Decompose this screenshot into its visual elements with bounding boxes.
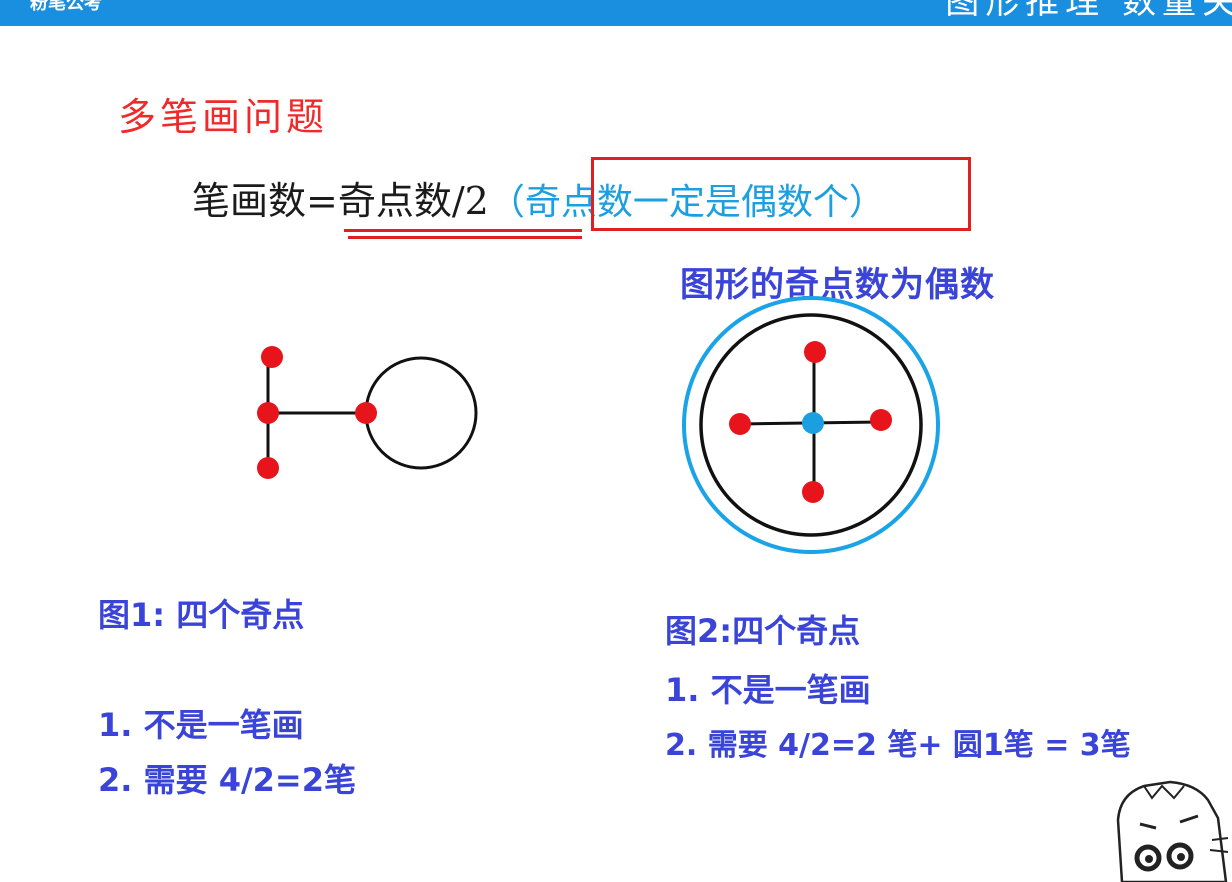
odd-point bbox=[257, 402, 279, 424]
odd-point bbox=[802, 481, 824, 503]
odd-point bbox=[261, 346, 283, 368]
odd-point bbox=[355, 402, 377, 424]
figure1-point-2: 2. 需要 4/2=2笔 bbox=[98, 761, 357, 799]
figure1-label: 图1: 四个奇点 bbox=[98, 596, 305, 634]
odd-point bbox=[257, 457, 279, 479]
figure1-circle bbox=[364, 356, 478, 470]
odd-point bbox=[870, 409, 892, 431]
figure2-label: 图2:四个奇点 bbox=[665, 612, 861, 650]
figure1-diagram bbox=[257, 346, 478, 479]
odd-point bbox=[729, 413, 751, 435]
center-point bbox=[802, 412, 824, 434]
mascot-image bbox=[1116, 780, 1229, 882]
odd-point bbox=[804, 341, 826, 363]
figure2-diagram bbox=[682, 296, 940, 554]
figure2-point-2: 2. 需要 4/2=2 笔+ 圆1笔 = 3笔 bbox=[665, 728, 1131, 763]
figure1-point-1: 1. 不是一笔画 bbox=[98, 706, 304, 744]
figure2-point-1: 1. 不是一笔画 bbox=[665, 671, 871, 709]
